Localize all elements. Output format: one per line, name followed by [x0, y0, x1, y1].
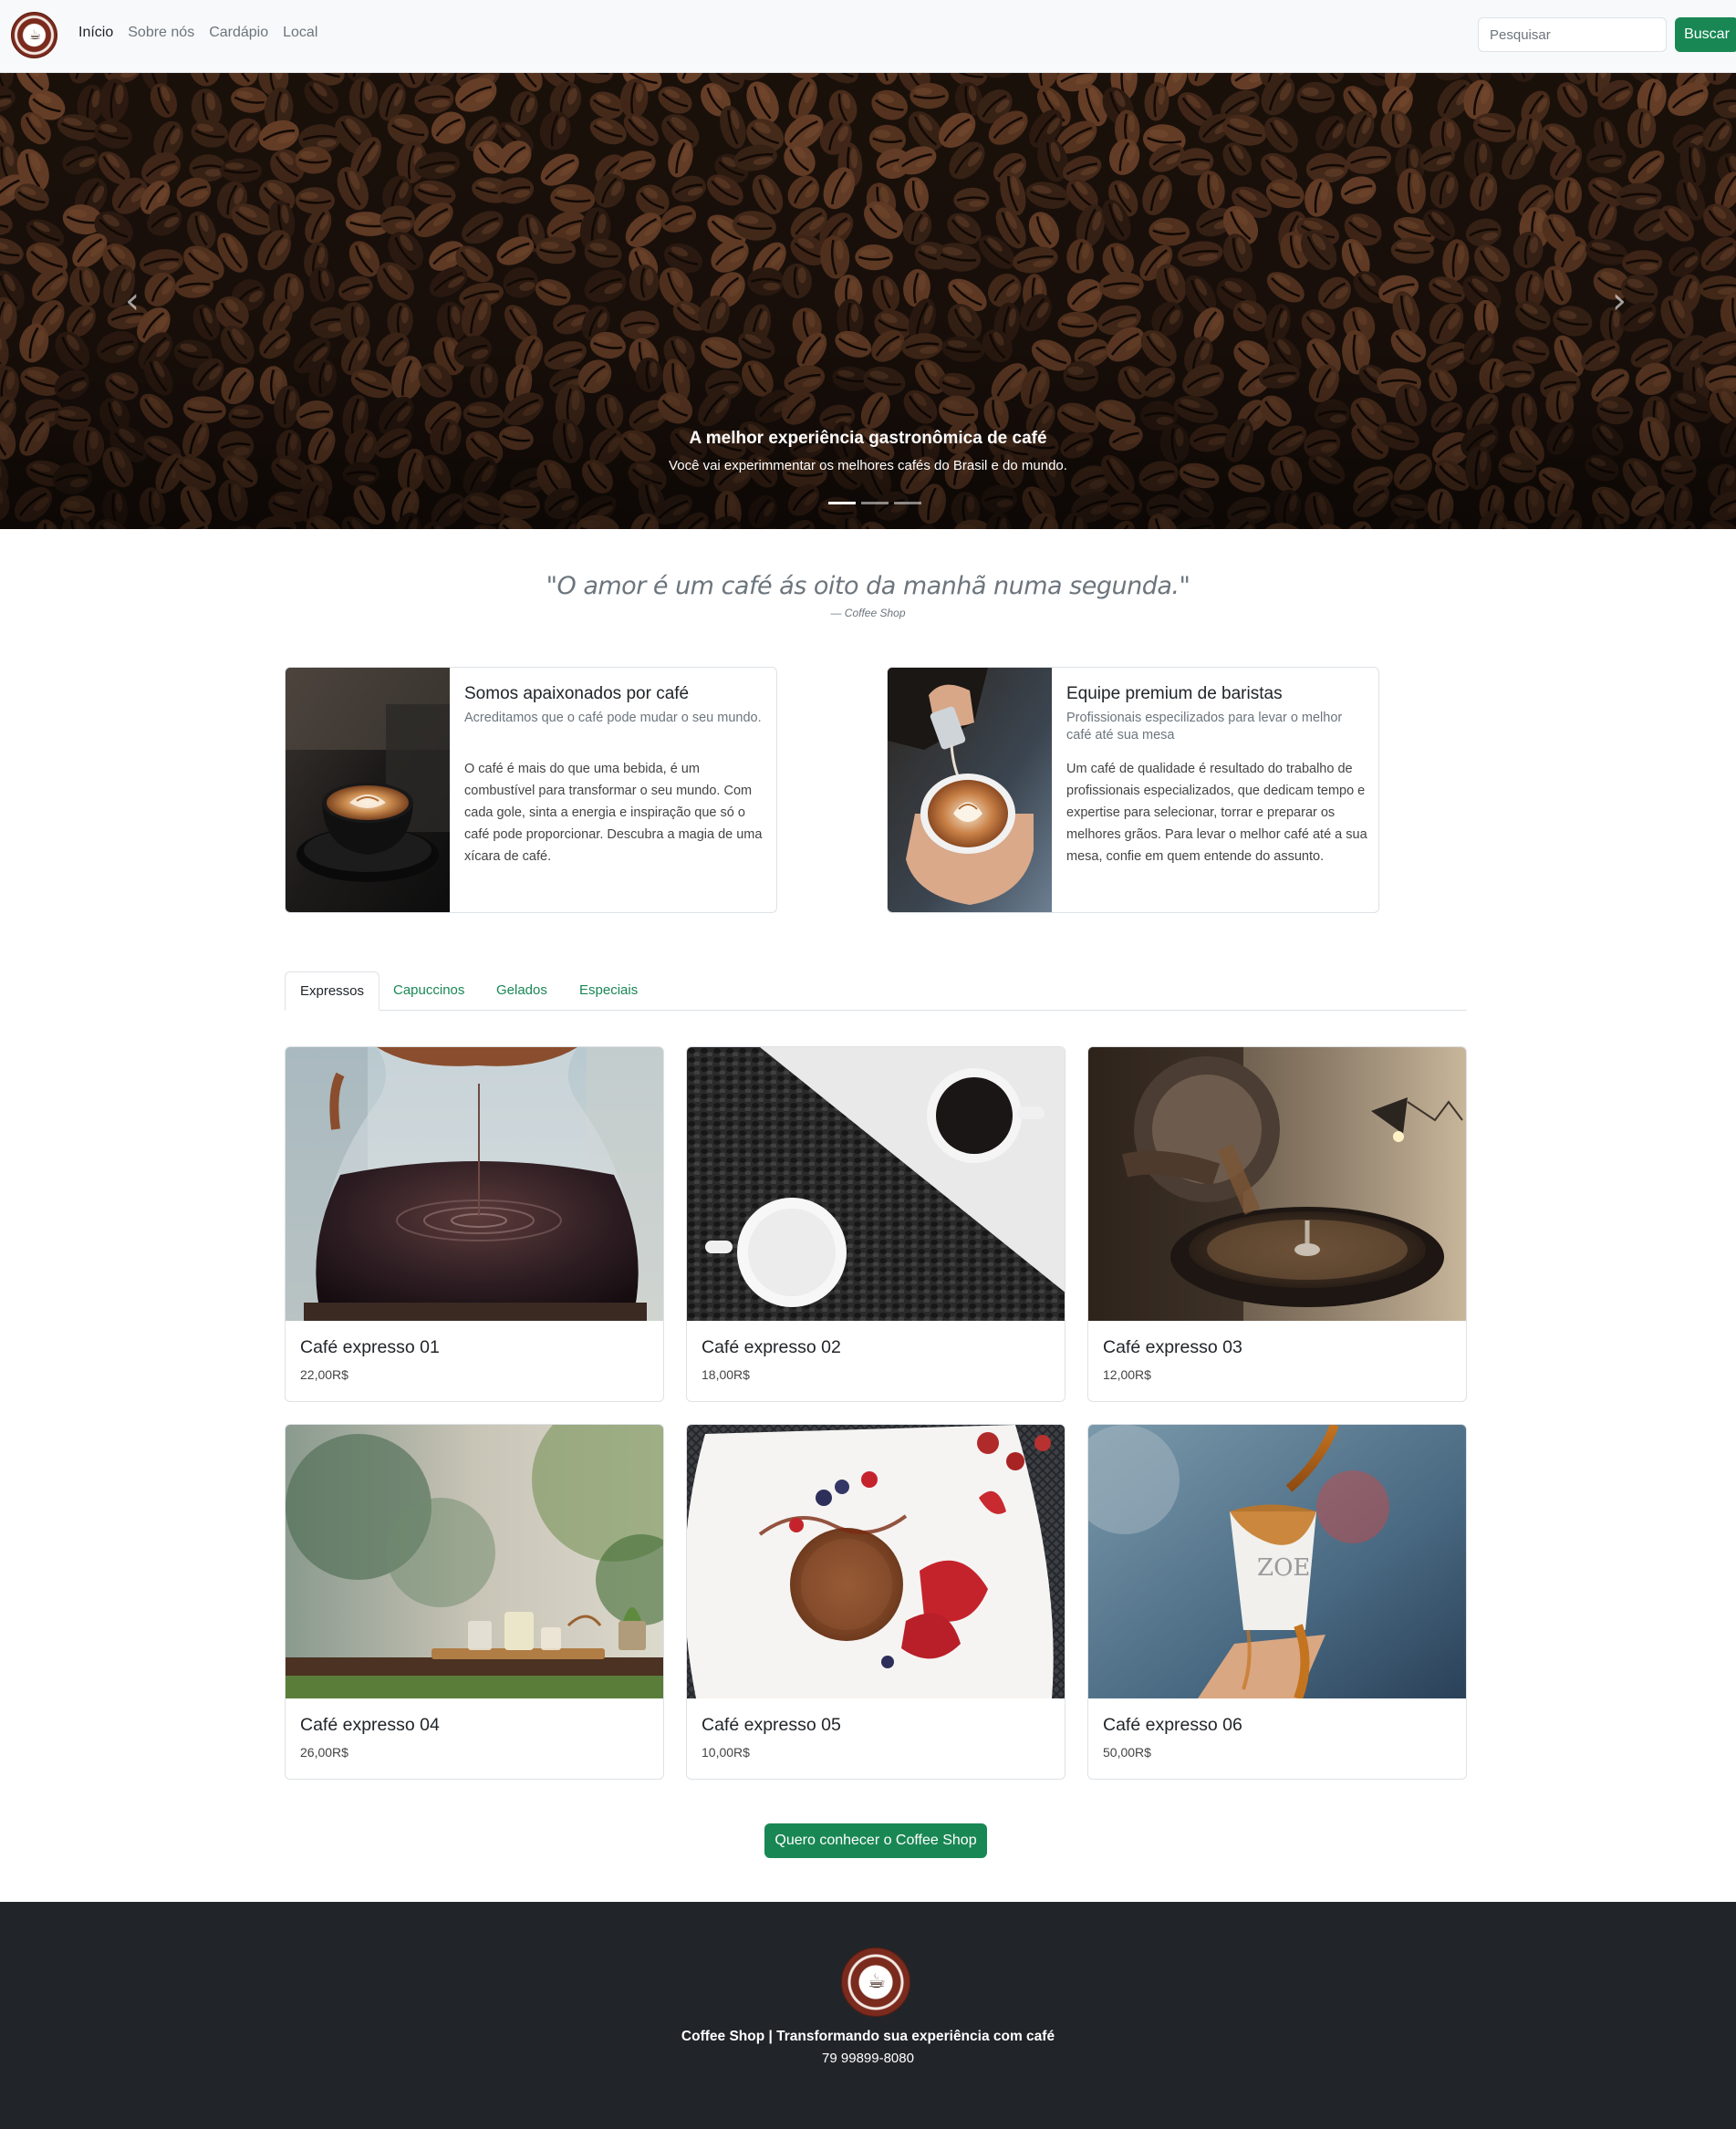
- about-card-passion: Somos apaixonados por café Acreditamos q…: [285, 667, 777, 913]
- about-card-text: O café é mais do que uma bebida, é um co…: [464, 762, 763, 864]
- about-card-subtitle: Acreditamos que o café pode mudar o seu …: [464, 711, 762, 725]
- product-card[interactable]: Café expresso 05 10,00R$: [686, 1424, 1066, 1780]
- product-price: 26,00R$: [300, 1745, 348, 1760]
- garden-table-image: [286, 1425, 663, 1698]
- about-card-text: Um café de qualidade é resultado do trab…: [1066, 762, 1367, 864]
- carousel-next-icon[interactable]: ›: [1601, 283, 1637, 319]
- footer-logo[interactable]: ☕: [841, 1947, 910, 2017]
- product-card[interactable]: Café expresso 04 26,00R$: [285, 1424, 664, 1780]
- product-card[interactable]: Café expresso 02 18,00R$: [686, 1046, 1066, 1402]
- product-name: Café expresso 05: [702, 1715, 841, 1735]
- product-card[interactable]: Café expresso 01 22,00R$: [285, 1046, 664, 1402]
- coffee-shop-logo[interactable]: ☕: [11, 12, 57, 58]
- navbar: ☕ Início Sobre nós Cardápio Local Buscar: [0, 0, 1736, 73]
- about-card-title: Somos apaixonados por café: [464, 684, 690, 703]
- about-card-baristas: Equipe premium de baristas Profissionais…: [887, 667, 1379, 913]
- tab-gelados[interactable]: Gelados: [482, 971, 562, 1011]
- product-name: Café expresso 04: [300, 1715, 440, 1735]
- product-card[interactable]: ZOE Café expresso 06 50,00R$: [1087, 1424, 1467, 1780]
- coffee-roaster-image: [1088, 1047, 1466, 1321]
- nav-link-inicio[interactable]: Início: [78, 25, 113, 41]
- carousel-prev-icon[interactable]: ‹: [114, 283, 151, 319]
- product-price: 22,00R$: [300, 1367, 348, 1382]
- carousel-indicator-3[interactable]: [894, 502, 921, 504]
- barista-pouring-image: [888, 668, 1052, 912]
- search-input[interactable]: [1478, 17, 1667, 52]
- coffee-cup-icon: ☕: [28, 26, 42, 43]
- carousel-indicators: [828, 502, 921, 504]
- about-card-subtitle: Profissionais especilizados para levar o…: [1066, 711, 1343, 743]
- coffee-pour-cup-image: ZOE: [1088, 1425, 1466, 1698]
- nav-link-local[interactable]: Local: [283, 25, 317, 41]
- coffee-carafe-image: [286, 1047, 663, 1321]
- product-price: 50,00R$: [1103, 1745, 1151, 1760]
- pancake-strawberries-image: [687, 1425, 1065, 1698]
- about-card-title: Equipe premium de baristas: [1066, 684, 1283, 703]
- tab-expressos[interactable]: Expressos: [285, 971, 380, 1011]
- latte-art-image: [286, 668, 450, 912]
- footer-title: Coffee Shop | Transformando sua experiên…: [681, 2029, 1055, 2044]
- product-price: 12,00R$: [1103, 1367, 1151, 1382]
- tab-especiais[interactable]: Especiais: [565, 971, 652, 1011]
- nav-link-sobre-nos[interactable]: Sobre nós: [128, 25, 194, 41]
- product-name: Café expresso 01: [300, 1337, 440, 1357]
- search-button[interactable]: Buscar: [1675, 17, 1736, 52]
- hero-subtitle: Você vai experimmentar os melhores cafés…: [669, 458, 1067, 473]
- nav-links: Início Sobre nós Cardápio Local: [78, 25, 332, 41]
- hero-title: A melhor experiência gastronômica de caf…: [689, 429, 1047, 448]
- footer-phone: 79 99899-8080: [822, 2051, 914, 2066]
- quote-text: "O amor é um café ás oito da manhã numa …: [546, 572, 1190, 600]
- product-card[interactable]: Café expresso 03 12,00R$: [1087, 1046, 1467, 1402]
- tab-capuccinos[interactable]: Capuccinos: [379, 971, 479, 1011]
- nav-link-cardapio[interactable]: Cardápio: [209, 25, 268, 41]
- coffee-cups-beans-image: [687, 1047, 1065, 1321]
- product-name: Café expresso 06: [1103, 1715, 1242, 1735]
- product-price: 18,00R$: [702, 1367, 750, 1382]
- cta-button[interactable]: Quero conhecer o Coffee Shop: [764, 1823, 987, 1858]
- coffee-cup-icon: ☕: [868, 1970, 886, 1993]
- svg-text:ZOE: ZOE: [1257, 1554, 1310, 1582]
- footer: ☕ Coffee Shop | Transformando sua experi…: [0, 1902, 1736, 2129]
- carousel-indicator-1[interactable]: [828, 502, 856, 504]
- product-name: Café expresso 03: [1103, 1337, 1242, 1357]
- menu-tabs: Expressos Capuccinos Gelados Especiais: [285, 971, 1467, 1011]
- product-name: Café expresso 02: [702, 1337, 841, 1357]
- product-price: 10,00R$: [702, 1745, 750, 1760]
- quote-author: — Coffee Shop: [830, 607, 906, 619]
- hero-carousel: ‹ › A melhor experiência gastronômica de…: [0, 73, 1736, 529]
- carousel-indicator-2[interactable]: [861, 502, 889, 504]
